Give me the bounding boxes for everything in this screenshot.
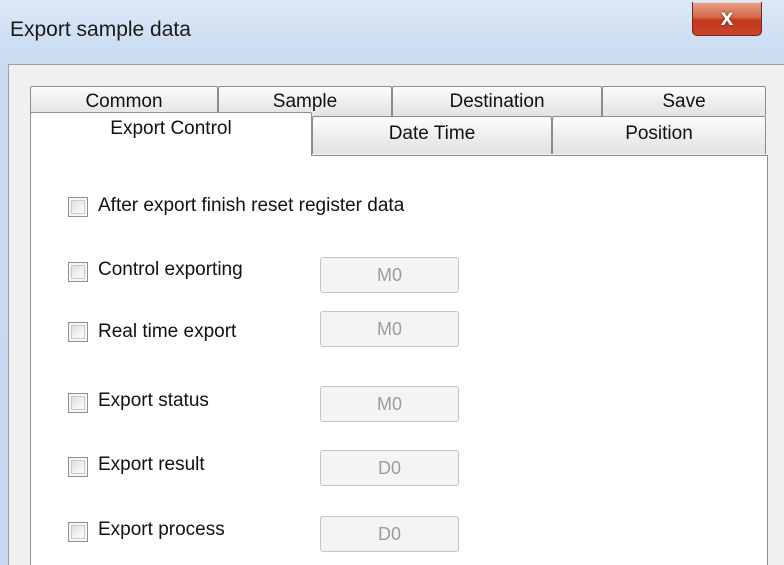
export-result-label: Export result xyxy=(98,454,205,475)
export-status-checkbox[interactable] xyxy=(68,393,88,413)
export-process-address-field[interactable]: D0 xyxy=(320,516,459,552)
control-exporting-label: Control exporting xyxy=(98,259,243,280)
close-icon: x xyxy=(720,4,734,30)
window-title: Export sample data xyxy=(10,18,191,41)
tab-label: Destination xyxy=(449,91,545,112)
reset-register-label: After export finish reset register data xyxy=(98,195,405,216)
export-result-address-field[interactable]: D0 xyxy=(320,450,459,486)
tab-destination[interactable]: Destination xyxy=(392,86,602,116)
tab-export-control[interactable]: Export Control xyxy=(30,112,312,156)
export-process-label: Export process xyxy=(98,519,225,540)
real-time-export-label: Real time export xyxy=(98,321,237,342)
tab-date-time[interactable]: Date Time xyxy=(312,116,552,154)
tab-label: Position xyxy=(625,123,693,144)
real-time-export-address-field[interactable]: M0 xyxy=(320,311,459,347)
control-exporting-checkbox[interactable] xyxy=(68,262,88,282)
export-status-address-field[interactable]: M0 xyxy=(320,386,459,422)
real-time-export-checkbox[interactable] xyxy=(68,322,88,342)
control-exporting-address-field[interactable]: M0 xyxy=(320,257,459,293)
tab-position[interactable]: Position xyxy=(552,116,766,154)
export-process-checkbox[interactable] xyxy=(68,522,88,542)
tab-label: Save xyxy=(662,91,706,112)
tab-save[interactable]: Save xyxy=(602,86,766,116)
reset-register-checkbox[interactable] xyxy=(68,197,88,217)
export-status-label: Export status xyxy=(98,390,209,411)
tab-label: Export Control xyxy=(110,118,232,139)
export-result-checkbox[interactable] xyxy=(68,457,88,477)
dialog-window: Export sample data x Common Sample Desti… xyxy=(0,0,784,565)
close-button[interactable]: x xyxy=(692,2,762,36)
tab-label: Date Time xyxy=(388,123,476,144)
